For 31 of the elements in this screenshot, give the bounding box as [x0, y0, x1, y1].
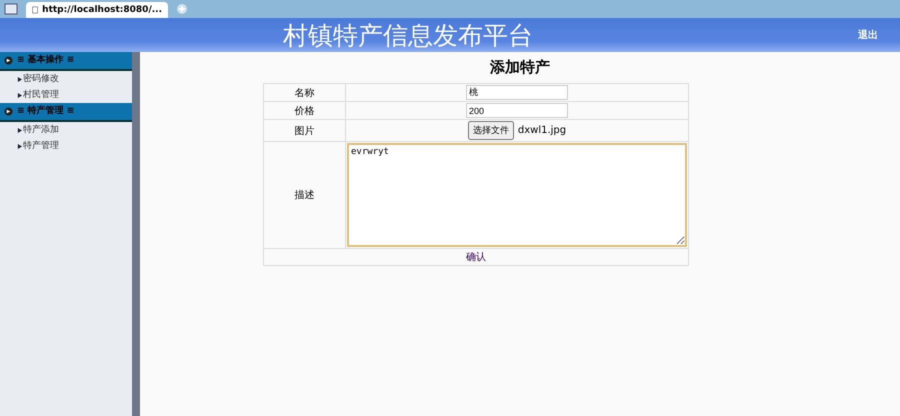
bullet-icon	[17, 144, 22, 148]
toggle-icon	[4, 107, 13, 116]
page-icon	[32, 4, 38, 16]
input-field[interactable]: 桃	[466, 85, 568, 100]
field-label: 描述	[264, 142, 346, 248]
bullet-icon	[17, 128, 22, 132]
description-field[interactable]: evrwryt	[347, 143, 687, 247]
menu-group-header[interactable]: ≡ 特产管理 ≡	[0, 103, 132, 122]
field-label: 名称	[264, 84, 346, 102]
file-name: dxwl1.jpg	[518, 125, 566, 136]
form-title: 添加特产	[490, 58, 550, 77]
bullet-icon	[17, 76, 22, 82]
menu-group-header[interactable]: ≡ 基本操作 ≡	[0, 52, 132, 71]
menu-item[interactable]: 特产管理	[0, 138, 132, 154]
field-label: 图片	[264, 120, 346, 142]
new-tab-icon[interactable]	[176, 3, 188, 15]
choose-file-button[interactable]: 选择文件	[468, 121, 514, 140]
menu-group-title: ≡ 特产管理 ≡	[17, 104, 74, 118]
toggle-icon	[4, 56, 13, 65]
logout-link[interactable]: 退出	[858, 28, 878, 42]
field-label: 价格	[264, 102, 346, 120]
menu-item[interactable]: 特产添加	[0, 122, 132, 138]
menu-item[interactable]: 村民管理	[0, 87, 132, 103]
browser-tab[interactable]: http://localhost:8080/...	[26, 2, 168, 18]
menu-item[interactable]: 密码修改	[0, 71, 132, 87]
submit-link[interactable]: 确认	[466, 252, 486, 263]
bullet-icon	[17, 92, 22, 98]
site-title: 村镇特产信息发布平台	[283, 20, 533, 52]
input-field[interactable]: 200	[466, 103, 568, 118]
menu-group-title: ≡ 基本操作 ≡	[17, 53, 74, 67]
window-icon	[4, 3, 18, 15]
